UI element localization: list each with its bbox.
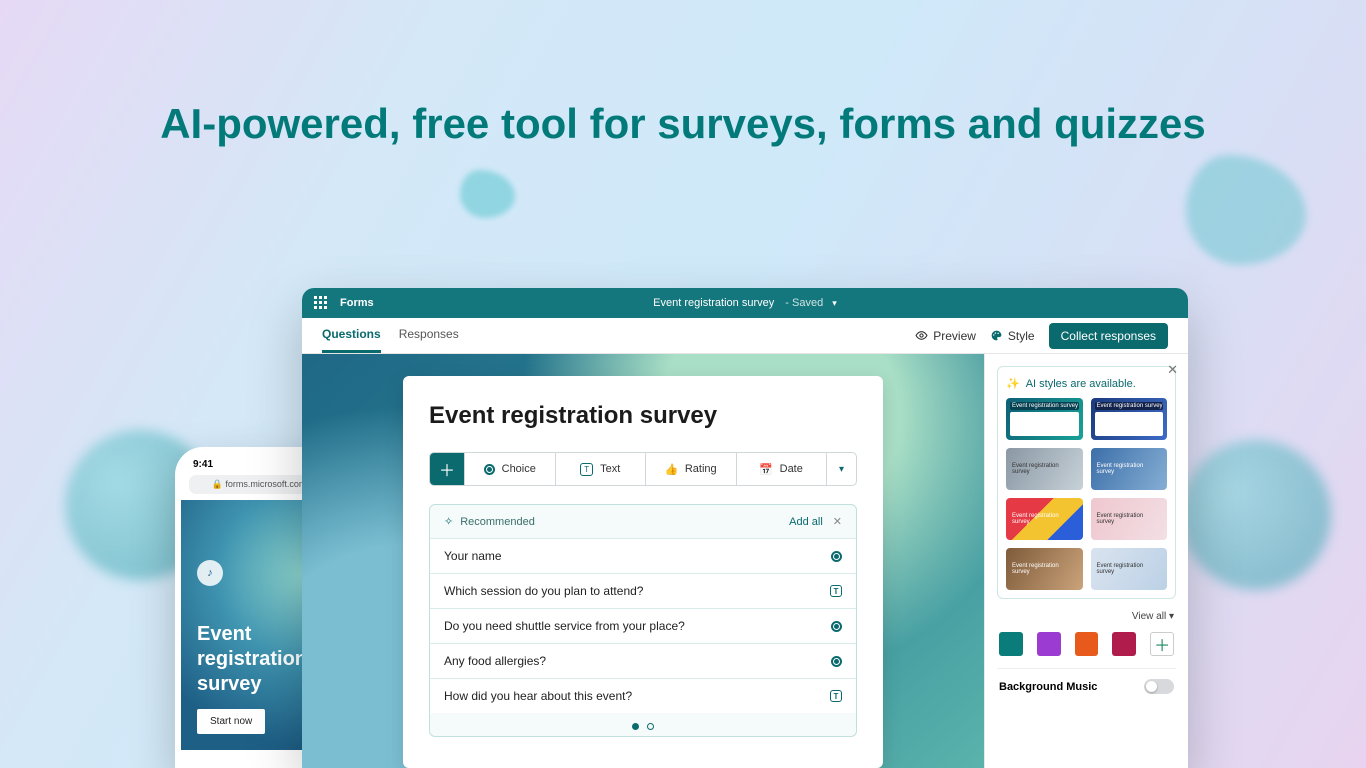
style-thumbnail[interactable]: Event registration survey — [1091, 548, 1168, 590]
palette-icon — [990, 329, 1003, 342]
close-icon[interactable]: ✕ — [833, 515, 842, 528]
app-toolbar: Questions Responses Preview Style Collec… — [302, 318, 1188, 354]
start-button[interactable]: Start now — [197, 709, 265, 734]
tab-questions[interactable]: Questions — [322, 318, 381, 353]
music-toggle[interactable] — [1144, 679, 1174, 694]
text-icon — [830, 585, 842, 597]
text-icon — [830, 690, 842, 702]
save-state: - Saved — [785, 297, 823, 309]
recommended-item[interactable]: Any food allergies? — [430, 643, 856, 678]
add-all-button[interactable]: Add all — [789, 516, 823, 528]
question-type-toolbar: ＋ Choice TText 👍Rating 📅Date ▾ — [429, 452, 857, 486]
style-thumbnail[interactable]: Event registration survey — [1006, 498, 1083, 540]
bg-blob — [1181, 440, 1331, 590]
app-titlebar: Forms Event registration survey - Saved … — [302, 288, 1188, 318]
chevron-down-icon: ▾ — [839, 464, 844, 475]
radio-icon — [484, 464, 495, 475]
color-swatch[interactable] — [1112, 632, 1136, 656]
qtype-date[interactable]: 📅Date — [736, 453, 827, 485]
sparkle-icon: ✨ — [1006, 377, 1020, 390]
qtype-more[interactable]: ▾ — [826, 453, 856, 485]
color-swatch[interactable] — [999, 632, 1023, 656]
bg-blob — [460, 170, 515, 218]
document-title[interactable]: Event registration survey - Saved ▾ — [302, 297, 1188, 309]
text-icon: T — [580, 463, 593, 476]
forms-app-window: Forms Event registration survey - Saved … — [302, 288, 1188, 768]
calendar-icon: 📅 — [760, 463, 773, 476]
phone-time: 9:41 — [193, 459, 213, 470]
color-swatch[interactable] — [1037, 632, 1061, 656]
style-thumbnail[interactable]: Event registration survey — [1091, 498, 1168, 540]
add-question-button[interactable]: ＋ — [430, 453, 464, 485]
chevron-down-icon: ▾ — [1169, 611, 1174, 622]
radio-icon — [831, 551, 842, 562]
qtype-rating[interactable]: 👍Rating — [645, 453, 736, 485]
bg-blob — [1186, 155, 1306, 265]
style-thumbnail[interactable]: Event registration survey — [1091, 398, 1168, 440]
style-button[interactable]: Style — [990, 329, 1035, 343]
pager-dot[interactable] — [647, 723, 654, 730]
sparkle-icon: ✧ — [444, 515, 453, 528]
recommended-item[interactable]: Your name — [430, 538, 856, 573]
qtype-text[interactable]: TText — [555, 453, 646, 485]
qtype-choice[interactable]: Choice — [464, 453, 555, 485]
ai-styles-card: ✨ AI styles are available. Event registra… — [997, 366, 1176, 599]
radio-icon — [831, 621, 842, 632]
recommended-pager — [430, 713, 856, 736]
add-color-button[interactable]: ＋ — [1150, 632, 1174, 656]
preview-button[interactable]: Preview — [915, 329, 976, 343]
color-swatch[interactable] — [1075, 632, 1099, 656]
recommended-item[interactable]: Which session do you plan to attend? — [430, 573, 856, 608]
close-icon[interactable]: ✕ — [1167, 362, 1178, 378]
ai-message: AI styles are available. — [1026, 378, 1136, 390]
style-thumbnail[interactable]: Event registration survey — [1091, 448, 1168, 490]
color-swatches: ＋ — [997, 632, 1176, 668]
music-label: Background Music — [999, 681, 1097, 693]
style-thumbnail[interactable]: Event registration survey — [1006, 398, 1083, 440]
recommended-label: Recommended — [460, 516, 535, 528]
recommended-card: ✧ Recommended Add all ✕ Your name Which … — [429, 504, 857, 737]
tab-responses[interactable]: Responses — [399, 318, 459, 353]
collect-responses-button[interactable]: Collect responses — [1049, 323, 1168, 349]
hero-headline: AI-powered, free tool for surveys, forms… — [0, 100, 1366, 148]
form-card: Event registration survey ＋ Choice TText… — [403, 376, 883, 768]
view-all-button[interactable]: View all ▾ — [999, 611, 1174, 622]
thumbs-up-icon: 👍 — [665, 463, 678, 476]
pager-dot[interactable] — [632, 723, 639, 730]
style-thumbnail[interactable]: Event registration survey — [1006, 448, 1083, 490]
form-title[interactable]: Event registration survey — [429, 402, 857, 430]
radio-icon — [831, 656, 842, 667]
recommended-item[interactable]: Do you need shuttle service from your pl… — [430, 608, 856, 643]
recommended-item[interactable]: How did you hear about this event? — [430, 678, 856, 713]
style-thumbnail[interactable]: Event registration survey — [1006, 548, 1083, 590]
eye-icon — [915, 329, 928, 342]
audio-play-icon[interactable] — [197, 560, 223, 586]
form-canvas: Event registration survey ＋ Choice TText… — [302, 354, 984, 768]
chevron-down-icon[interactable]: ▾ — [832, 298, 837, 308]
style-panel: ✕ ✨ AI styles are available. Event regist… — [984, 354, 1188, 768]
